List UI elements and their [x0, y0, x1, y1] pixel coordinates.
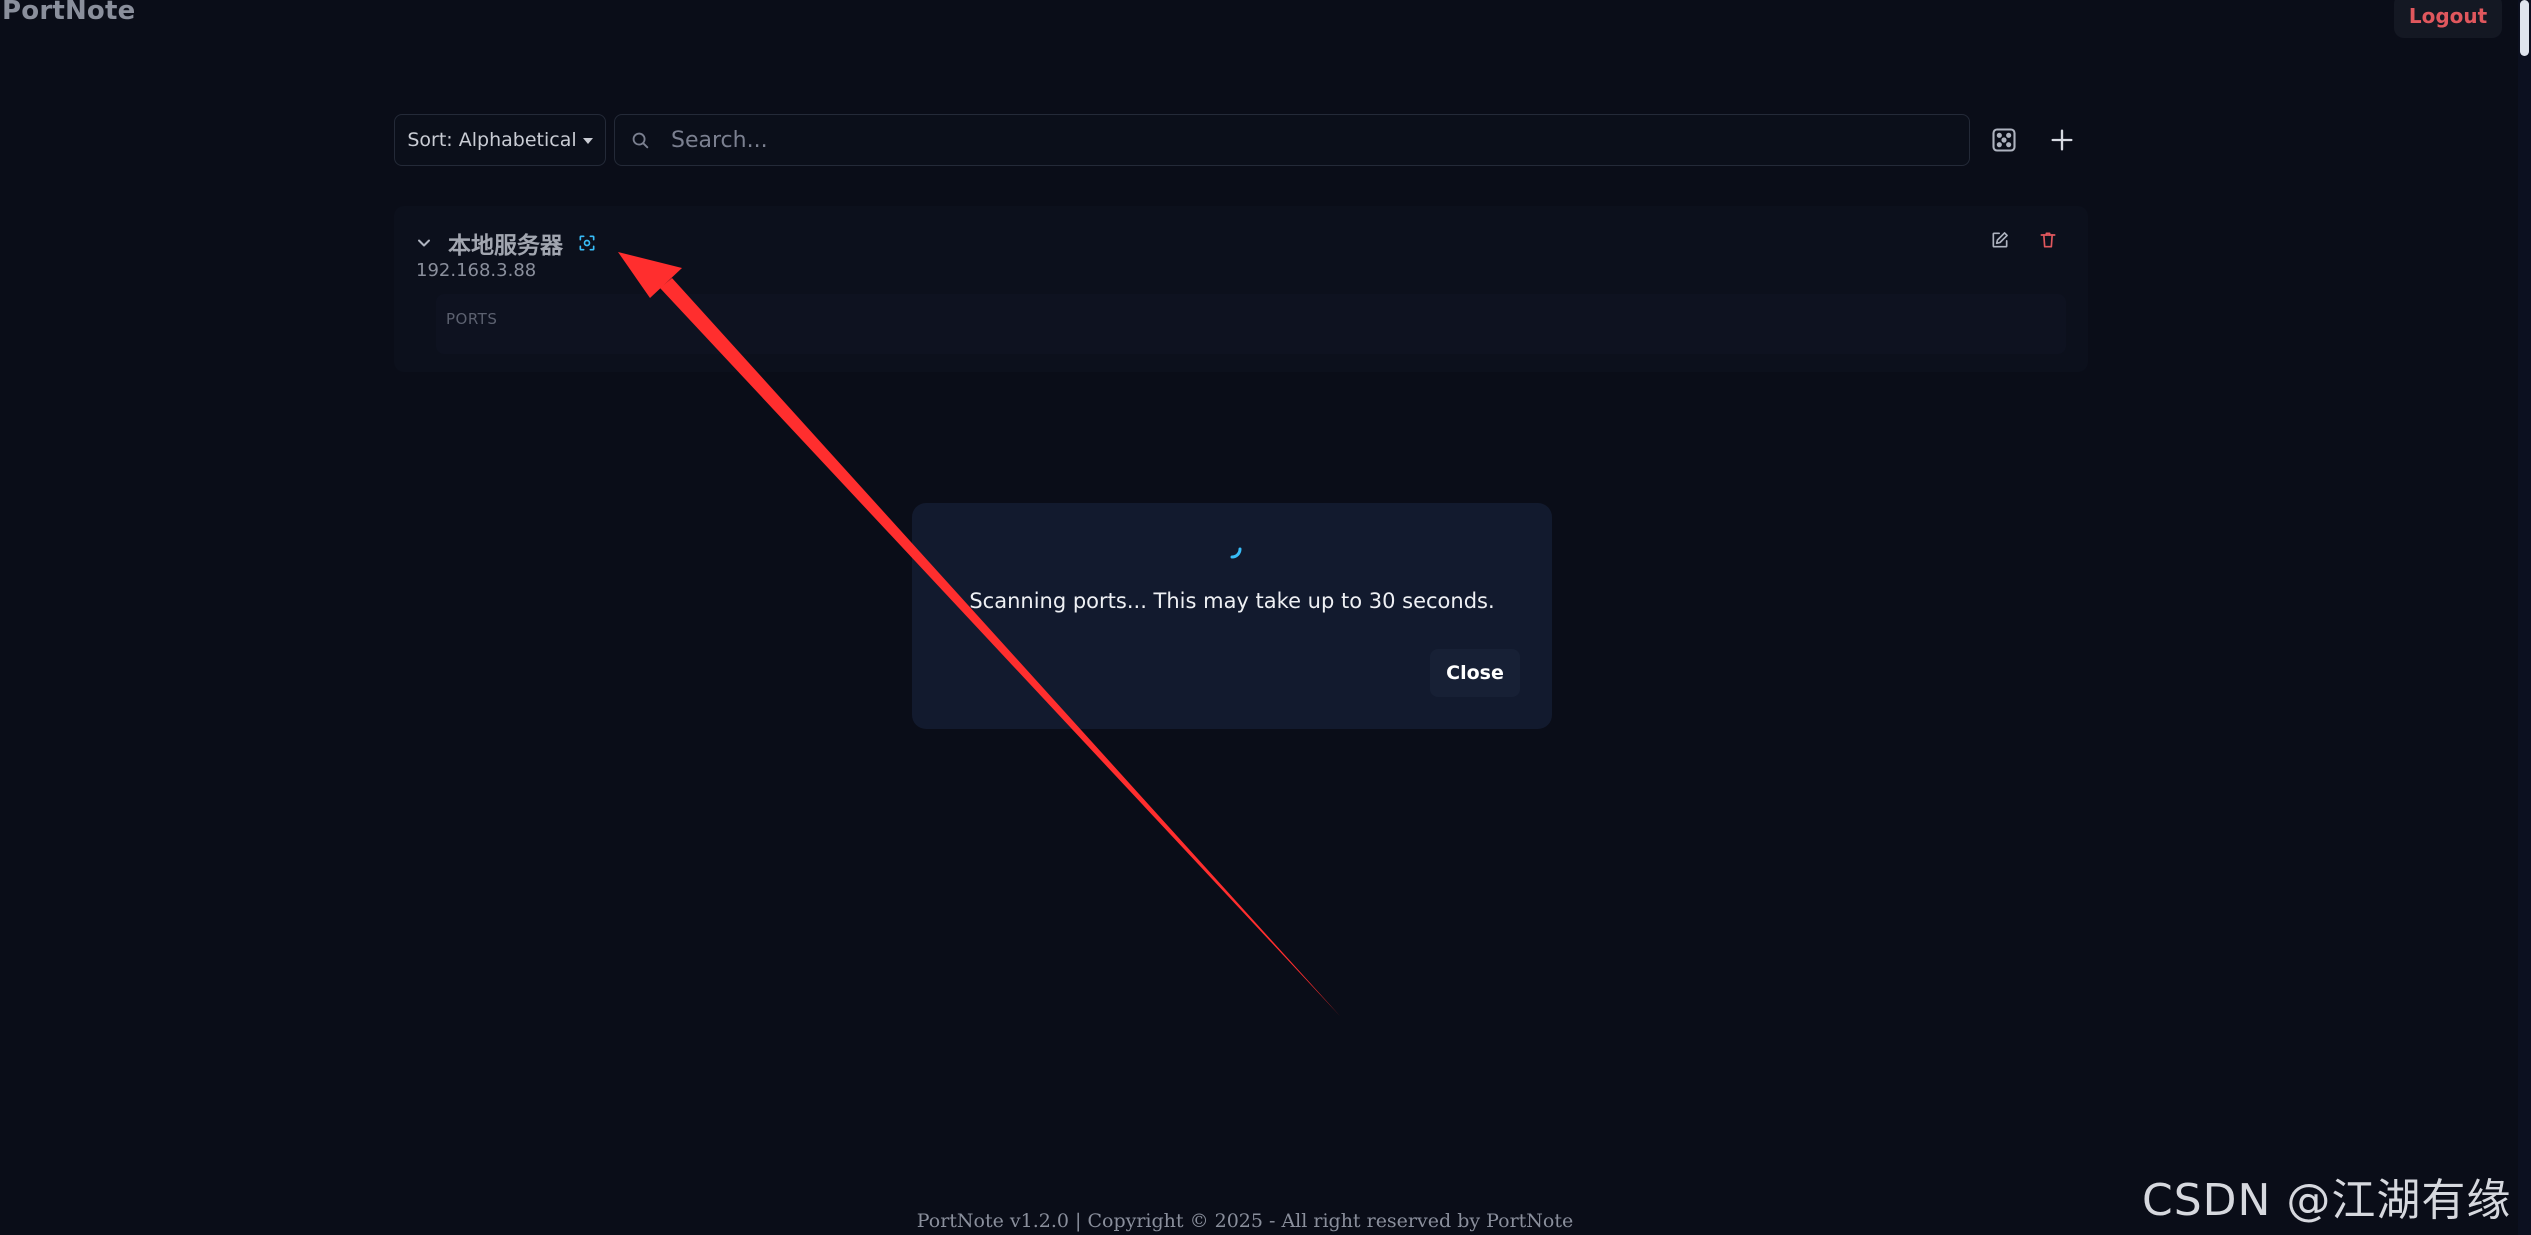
dice-icon — [1992, 128, 2016, 152]
plus-icon — [2051, 129, 2073, 151]
ports-label: PORTS — [446, 310, 498, 328]
random-button[interactable] — [1982, 118, 2026, 162]
server-ip: 192.168.3.88 — [416, 260, 537, 281]
modal-message: Scanning ports... This may take up to 30… — [969, 589, 1495, 613]
edit-icon[interactable] — [1990, 230, 2010, 250]
footer-text: PortNote v1.2.0 | Copyright © 2025 - All… — [916, 1210, 1574, 1232]
server-card-header: 本地服务器 — [414, 226, 597, 260]
search-icon — [632, 132, 649, 149]
trash-icon[interactable] — [2038, 230, 2058, 250]
logout-button[interactable]: Logout — [2394, 0, 2502, 38]
watermark: CSDN @江湖有缘 — [2142, 1175, 2512, 1226]
caret-down-icon — [582, 138, 593, 144]
scrollbar-track[interactable] — [2518, 0, 2531, 1235]
server-name: 本地服务器 — [448, 233, 563, 259]
ports-panel: PORTS — [436, 294, 2066, 354]
scan-icon[interactable] — [577, 233, 597, 253]
server-card: 本地服务器 192.168.3.88 PORTS — [394, 206, 2088, 372]
add-server-button[interactable] — [2040, 118, 2084, 162]
loading-spinner-icon — [1230, 547, 1242, 559]
search-input[interactable] — [651, 115, 1969, 165]
sort-label: Sort: Alphabetical — [407, 129, 577, 151]
chevron-down-icon[interactable] — [414, 233, 434, 253]
close-button[interactable]: Close — [1430, 649, 1520, 697]
search-box[interactable] — [614, 114, 1970, 166]
scrollbar-thumb[interactable] — [2520, 0, 2529, 56]
scan-modal: Scanning ports... This may take up to 30… — [912, 503, 1552, 729]
app-title: PortNote — [2, 0, 136, 26]
sort-dropdown[interactable]: Sort: Alphabetical — [394, 114, 606, 166]
